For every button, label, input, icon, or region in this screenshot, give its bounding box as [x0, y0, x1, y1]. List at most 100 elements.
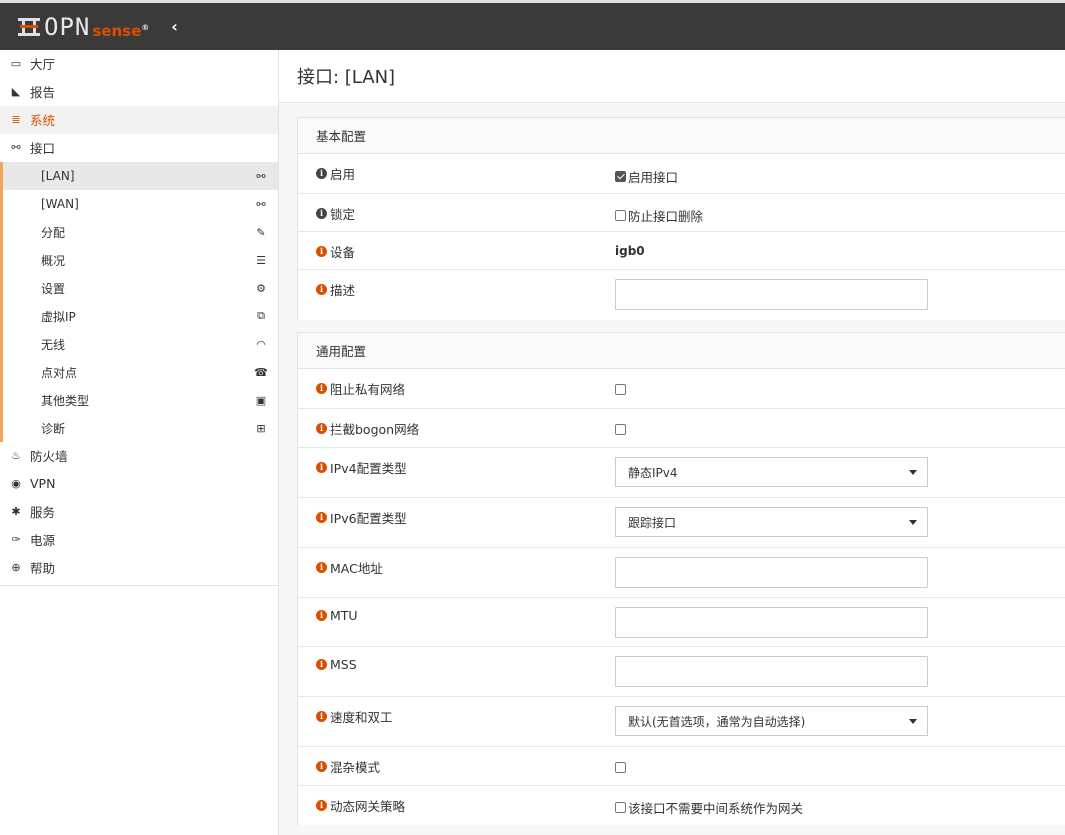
archive-icon: ▣	[255, 393, 267, 407]
sidebar-item-label: 大厅	[30, 57, 56, 72]
collapse-sidebar-chevron-icon[interactable]: ‹	[171, 17, 178, 37]
field-label: i 设备	[316, 242, 355, 261]
sidebar-item-label: VPN	[30, 476, 56, 491]
select-value: 默认(无首选项，通常为自动选择)	[628, 714, 806, 729]
life-ring-icon: ⊕	[11, 561, 21, 574]
info-icon[interactable]: i	[316, 168, 327, 179]
field-label: i 混杂模式	[316, 757, 380, 776]
dynamic-gateway-checkbox[interactable]: 该接口不需要中间系统作为网关	[615, 798, 803, 817]
server-icon: ≣	[11, 113, 21, 126]
top-navbar: OPN sense® ‹	[0, 0, 1065, 50]
checkbox-icon[interactable]	[615, 424, 626, 435]
mtu-input[interactable]	[615, 607, 928, 638]
field-label: i IPv4配置类型	[316, 458, 407, 477]
field-label: i 描述	[316, 280, 355, 299]
field-label: i 速度和双工	[316, 707, 393, 726]
info-icon[interactable]: i	[316, 610, 327, 621]
sidebar-item-lobby[interactable]: ▭ 大厅	[0, 50, 278, 78]
sitemap-icon: ⚯	[11, 141, 21, 154]
sidebar-subitem-label: 其他类型	[41, 393, 90, 408]
block-private-checkbox[interactable]	[615, 382, 626, 396]
sidebar-subitem-other-types[interactable]: 其他类型 ▣	[0, 386, 278, 414]
sidebar-item-label: 报告	[30, 85, 56, 100]
sidebar-subitem-label: 概况	[41, 253, 66, 268]
sidebar-item-reporting[interactable]: ◣ 报告	[0, 78, 278, 106]
checkbox-icon[interactable]	[615, 210, 626, 221]
sitemap-icon: ⚯	[256, 169, 266, 183]
sidebar-subitem-wireless[interactable]: 无线 ◠	[0, 330, 278, 358]
sitemap-icon: ⚯	[256, 197, 266, 211]
info-icon[interactable]: i	[316, 659, 327, 670]
basic-config-panel: 基本配置 i 启用 启用接口 i 锁定 防止接口删除 i 设备 igb0 i 描述	[297, 117, 1065, 320]
info-icon[interactable]: i	[316, 284, 327, 295]
fire-icon: ♨	[11, 449, 21, 462]
sidebar-subitem-label: 虚拟IP	[41, 309, 76, 324]
info-icon[interactable]: i	[316, 208, 327, 219]
ipv4-type-select[interactable]: 静态IPv4	[615, 457, 928, 487]
info-icon[interactable]: i	[316, 246, 327, 257]
sidebar-subitem-lan[interactable]: [LAN] ⚯	[0, 162, 278, 190]
device-row: i 设备 igb0	[298, 232, 1065, 270]
promisc-checkbox[interactable]	[615, 760, 626, 774]
info-icon[interactable]: i	[316, 761, 327, 772]
sidebar-subitem-label: [WAN]	[41, 197, 79, 211]
mac-address-input[interactable]	[615, 557, 928, 588]
opnsense-logo-mark-icon	[18, 16, 40, 38]
sidebar-subitem-settings[interactable]: 设置 ⚙	[0, 274, 278, 302]
sidebar-item-vpn[interactable]: ◉ VPN	[0, 470, 278, 498]
checkbox-icon[interactable]	[615, 802, 626, 813]
prevent-delete-checkbox[interactable]: 防止接口删除	[615, 206, 703, 225]
sidebar-subitem-overview[interactable]: 概况 ☰	[0, 246, 278, 274]
sidebar-subitem-point-to-point[interactable]: 点对点 ☎	[0, 358, 278, 386]
sidebar-item-interfaces[interactable]: ⚯ 接口	[0, 134, 278, 162]
sidebar-subitem-virtual-ip[interactable]: 虚拟IP ⧉	[0, 302, 278, 330]
ipv6-type-row: i IPv6配置类型 跟踪接口	[298, 498, 1065, 548]
opnsense-logo[interactable]: OPN sense®	[18, 12, 149, 42]
caret-down-icon	[909, 519, 917, 525]
checkbox-icon[interactable]	[615, 762, 626, 773]
info-icon[interactable]: i	[316, 512, 327, 523]
sidebar-subitem-diagnostics[interactable]: 诊断 ⊞	[0, 414, 278, 442]
sidebar-divider	[0, 582, 278, 586]
sidebar-item-label: 服务	[30, 505, 56, 520]
logo-sense-text: sense®	[92, 22, 150, 40]
caret-down-icon	[909, 469, 917, 475]
info-icon[interactable]: i	[316, 711, 327, 722]
checkbox-checked-icon[interactable]	[615, 171, 626, 182]
page-title: 接口: [LAN]	[279, 50, 1065, 103]
sidebar-subitem-label: [LAN]	[41, 169, 75, 183]
info-icon[interactable]: i	[316, 423, 327, 434]
block-bogon-checkbox[interactable]	[615, 422, 626, 436]
enable-interface-checkbox[interactable]: 启用接口	[615, 167, 678, 186]
speed-duplex-select[interactable]: 默认(无首选项，通常为自动选择)	[615, 706, 928, 736]
sidebar-subitem-label: 诊断	[41, 421, 66, 436]
block-private-row: i 阻止私有网络	[298, 369, 1065, 409]
field-label: i 阻止私有网络	[316, 379, 405, 398]
sidebar-item-system[interactable]: ≣ 系统	[0, 106, 278, 134]
sidebar-item-firewall[interactable]: ♨ 防火墙	[0, 442, 278, 470]
description-row: i 描述	[298, 270, 1065, 320]
info-icon[interactable]: i	[316, 800, 327, 811]
info-icon[interactable]: i	[316, 462, 327, 473]
sidebar-item-label: 防火墙	[30, 449, 68, 464]
ipv6-type-select[interactable]: 跟踪接口	[615, 507, 928, 537]
sidebar-item-power[interactable]: ✑ 电源	[0, 526, 278, 554]
field-label: i MAC地址	[316, 558, 383, 577]
panel-heading: 通用配置	[298, 333, 1065, 369]
checkbox-icon[interactable]	[615, 384, 626, 395]
laptop-icon: ▭	[10, 57, 22, 70]
plug-icon: ✑	[11, 533, 21, 546]
mac-row: i MAC地址	[298, 548, 1065, 598]
mss-input[interactable]	[615, 656, 928, 687]
sidebar-item-help[interactable]: ⊕ 帮助	[0, 554, 278, 582]
description-input[interactable]	[615, 279, 928, 310]
info-icon[interactable]: i	[316, 562, 327, 573]
field-label: i IPv6配置类型	[316, 508, 407, 527]
sidebar-item-services[interactable]: ✱ 服务	[0, 498, 278, 526]
sidebar-subitem-assignments[interactable]: 分配 ✎	[0, 218, 278, 246]
sidebar-subitem-wan[interactable]: [WAN] ⚯	[0, 190, 278, 218]
sidebar-item-label: 接口	[30, 141, 56, 156]
info-icon[interactable]: i	[316, 383, 327, 394]
field-label: i 启用	[316, 164, 355, 183]
panel-heading: 基本配置	[298, 118, 1065, 154]
